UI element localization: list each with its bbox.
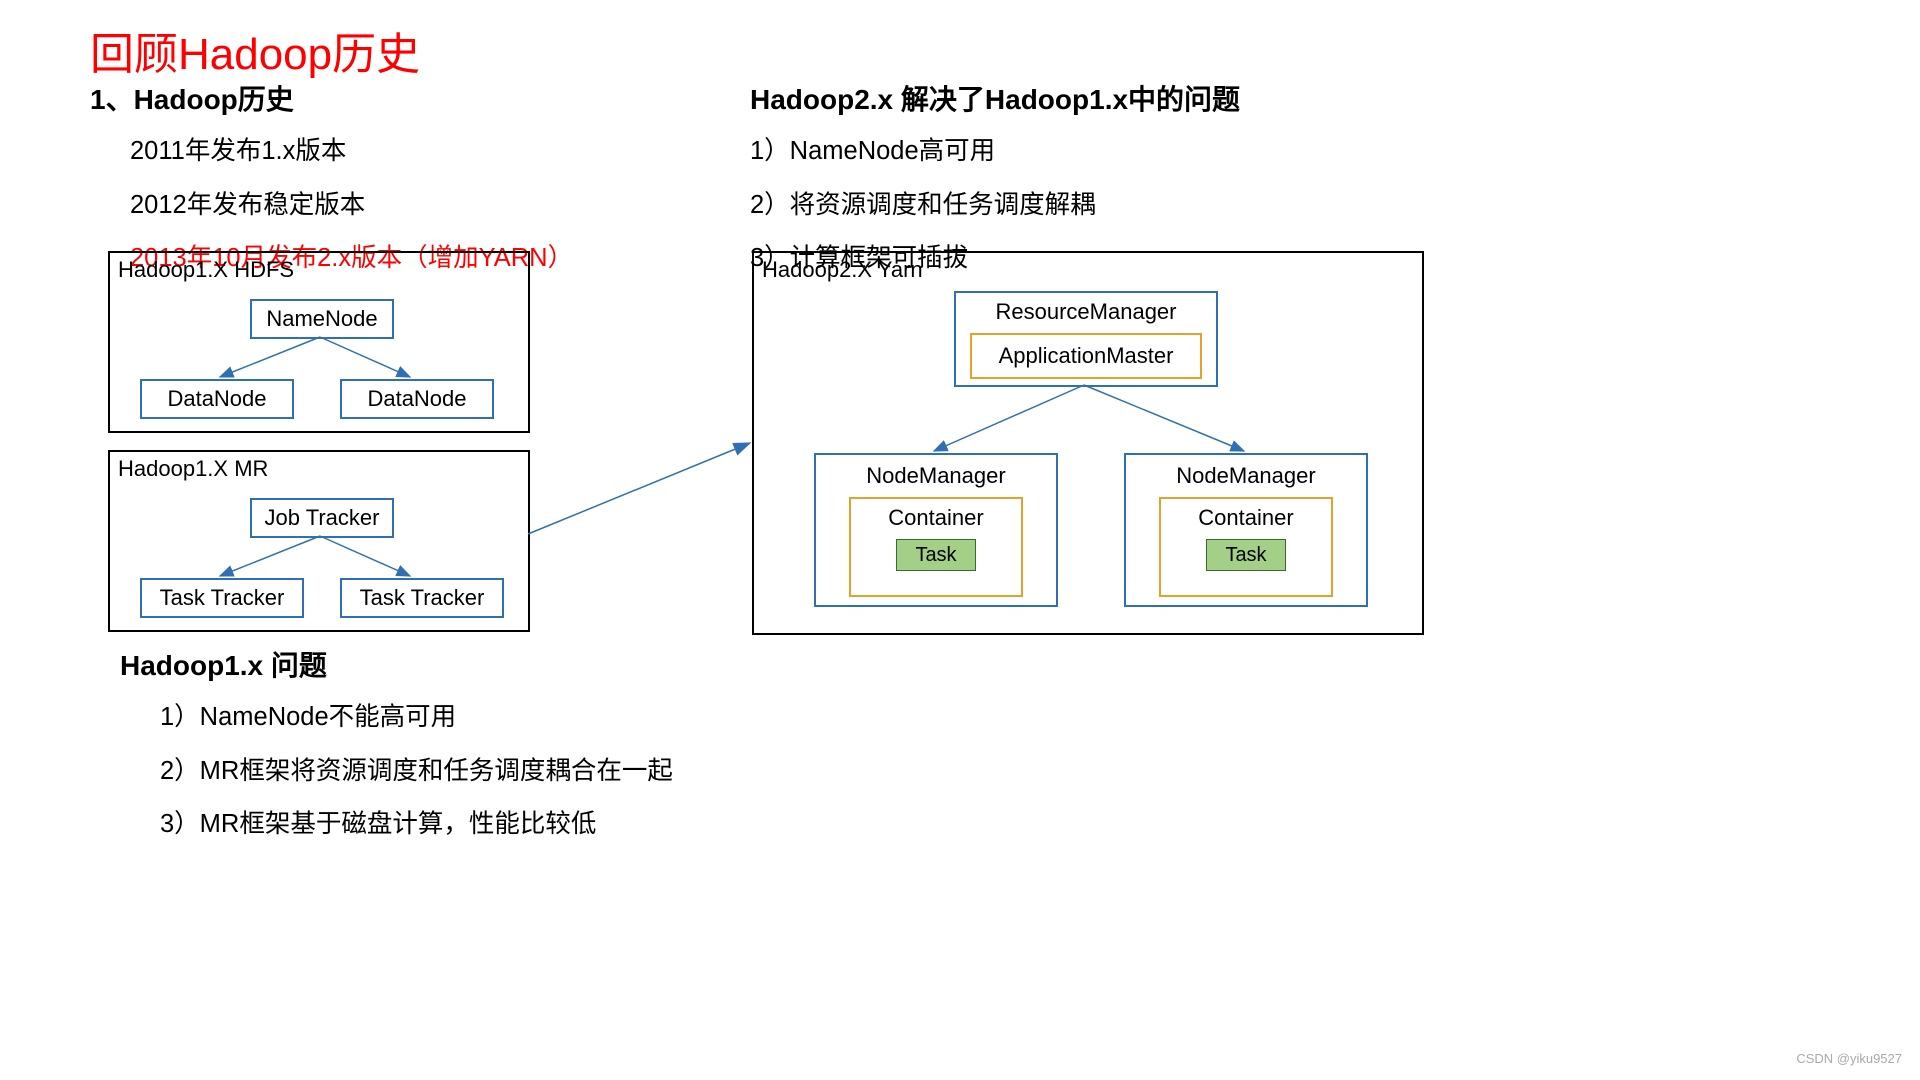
container-box-2: Container Task — [1159, 497, 1333, 597]
nodemanager-label-2: NodeManager — [1176, 463, 1315, 489]
task-box-1: Task — [896, 539, 976, 571]
tasktracker-box-2: Task Tracker — [340, 578, 504, 618]
solve-line-2: 2）将资源调度和任务调度解耦 — [750, 186, 1430, 226]
watermark: CSDN @yiku9527 — [1796, 1051, 1902, 1066]
task-box-2: Task — [1206, 539, 1286, 571]
namenode-box: NameNode — [250, 299, 394, 339]
nodemanager-label-1: NodeManager — [866, 463, 1005, 489]
datanode-box-1: DataNode — [140, 379, 294, 419]
problem-line-1: 1）NameNode不能高可用 — [160, 698, 740, 738]
container-box-1: Container Task — [849, 497, 1023, 597]
diagram-yarn-title: Hadoop2.X Yarn — [762, 257, 923, 283]
datanode-box-2: DataNode — [340, 379, 494, 419]
hadoop1-problems: Hadoop1.x 问题 1）NameNode不能高可用 2）MR框架将资源调度… — [120, 644, 740, 859]
diagram-yarn: Hadoop2.X Yarn ResourceManager Applicati… — [752, 251, 1424, 635]
solve-line-1: 1）NameNode高可用 — [750, 132, 1430, 172]
resourcemanager-label: ResourceManager — [996, 299, 1177, 325]
heading-hadoop2-solves: Hadoop2.x 解决了Hadoop1.x中的问题 — [750, 78, 1430, 118]
heading-hadoop1-problems: Hadoop1.x 问题 — [120, 644, 740, 684]
diagram-hdfs: Hadoop1.X HDFS NameNode DataNode DataNod… — [108, 251, 530, 433]
page-title: 回顾Hadoop历史 — [90, 18, 420, 82]
jobtracker-box: Job Tracker — [250, 498, 394, 538]
nodemanager-box-2: NodeManager Container Task — [1124, 453, 1368, 607]
container-label-1: Container — [888, 505, 983, 531]
history-line-2: 2012年发布稳定版本 — [130, 186, 710, 226]
applicationmaster-box: ApplicationMaster — [970, 333, 1202, 379]
diagram-mr: Hadoop1.X MR Job Tracker Task Tracker Ta… — [108, 450, 530, 632]
heading-hadoop-history: 1、Hadoop历史 — [90, 78, 710, 118]
resourcemanager-box: ResourceManager ApplicationMaster — [954, 291, 1218, 387]
history-line-1: 2011年发布1.x版本 — [130, 132, 710, 172]
diagram-hdfs-title: Hadoop1.X HDFS — [118, 257, 294, 283]
container-label-2: Container — [1198, 505, 1293, 531]
diagram-mr-title: Hadoop1.X MR — [118, 456, 268, 482]
slide: 回顾Hadoop历史 1、Hadoop历史 2011年发布1.x版本 2012年… — [0, 0, 1920, 1080]
problem-line-2: 2）MR框架将资源调度和任务调度耦合在一起 — [160, 752, 740, 792]
problem-line-3: 3）MR框架基于磁盘计算，性能比较低 — [160, 805, 740, 845]
nodemanager-box-1: NodeManager Container Task — [814, 453, 1058, 607]
tasktracker-box-1: Task Tracker — [140, 578, 304, 618]
